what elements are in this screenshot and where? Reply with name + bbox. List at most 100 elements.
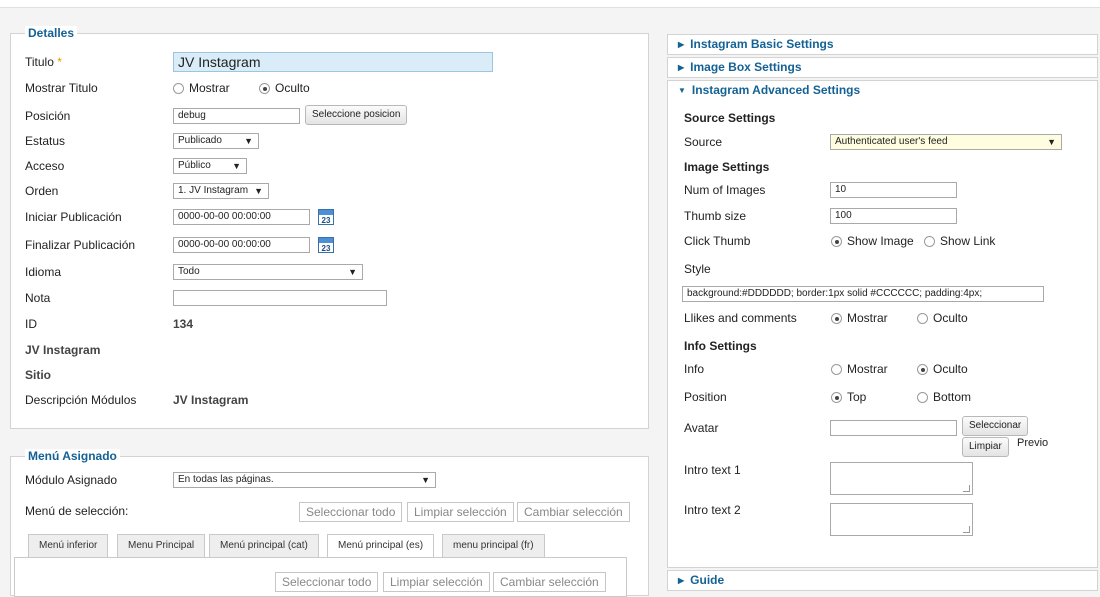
iniciar-input[interactable]: 0000-00-00 00:00:00 xyxy=(173,209,310,225)
likes-mostrar-radio[interactable]: Mostrar xyxy=(831,308,888,328)
finalizar-input[interactable]: 0000-00-00 00:00:00 xyxy=(173,237,310,253)
orden-select[interactable]: 1. JV Instagram ▼ xyxy=(173,183,269,199)
chevron-down-icon: ▼ xyxy=(232,161,241,171)
intro-text-1-label: Intro text 1 xyxy=(684,463,741,477)
intro-text-2-textarea[interactable] xyxy=(830,503,973,536)
guide-header[interactable]: ▶ Guide xyxy=(667,570,1098,591)
triangle-right-icon: ▶ xyxy=(678,576,685,585)
acceso-select[interactable]: Público ▼ xyxy=(173,158,247,174)
panel-seleccionar-todo-button[interactable]: Seleccionar todo xyxy=(275,572,379,592)
posicion-label: Posición xyxy=(25,109,71,123)
intro-text-1-textarea[interactable] xyxy=(830,462,973,495)
radio-on-icon xyxy=(831,392,842,403)
panel-limpiar-seleccion-button[interactable]: Limpiar selección xyxy=(383,572,490,592)
likes-mostrar-label: Mostrar xyxy=(847,311,888,325)
avatar-label: Avatar xyxy=(684,421,719,435)
info-oculto-label: Oculto xyxy=(933,362,968,376)
info-oculto-radio[interactable]: Oculto xyxy=(917,359,968,379)
instagram-advanced-settings-title: Instagram Advanced Settings xyxy=(691,83,861,97)
show-link-label: Show Link xyxy=(940,234,996,248)
oculto-radio[interactable]: Oculto xyxy=(259,78,310,98)
thumb-size-label: Thumb size xyxy=(684,209,747,223)
iniciar-label: Iniciar Publicación xyxy=(25,210,122,224)
radio-on-icon xyxy=(259,83,270,94)
mostrar-titulo-label: Mostrar Titulo xyxy=(25,81,98,95)
id-value: 134 xyxy=(173,317,194,331)
tab-menu-principal-fr[interactable]: menu principal (fr) xyxy=(442,534,545,557)
radio-off-icon xyxy=(173,83,184,94)
nota-input[interactable] xyxy=(173,290,387,306)
orden-label: Orden xyxy=(25,184,59,198)
chevron-down-icon: ▼ xyxy=(348,267,357,277)
tab-menu-principal[interactable]: Menu Principal xyxy=(117,534,206,557)
position-bottom-radio[interactable]: Bottom xyxy=(917,387,971,407)
tab-menu-principal-es[interactable]: Menú principal (es) xyxy=(327,534,435,558)
show-image-radio[interactable]: Show Image xyxy=(831,231,914,251)
likes-oculto-label: Oculto xyxy=(933,311,968,325)
num-images-label: Num of Images xyxy=(684,183,766,197)
likes-label: Llikes and comments xyxy=(684,311,797,325)
estatus-select[interactable]: Publicado ▼ xyxy=(173,133,259,149)
nota-label: Nota xyxy=(25,291,51,305)
descripcion-value: JV Instagram xyxy=(173,393,249,407)
titulo-input[interactable]: JV Instagram xyxy=(173,52,493,72)
radio-on-icon xyxy=(917,364,928,375)
limpiar-seleccion-button[interactable]: Limpiar selección xyxy=(407,502,514,522)
limpiar-button[interactable]: Limpiar xyxy=(962,437,1009,457)
menu-seleccion-label: Menú de selección: xyxy=(25,504,129,518)
avatar-input[interactable] xyxy=(830,420,957,436)
chevron-down-icon: ▼ xyxy=(244,136,253,146)
info-mostrar-radio[interactable]: Mostrar xyxy=(831,359,888,379)
modulo-asignado-select[interactable]: En todas las páginas. ▼ xyxy=(173,472,436,488)
acceso-select-value: Público xyxy=(178,160,211,171)
source-select[interactable]: Authenticated user's feed ▼ xyxy=(830,134,1062,150)
click-thumb-label: Click Thumb xyxy=(684,234,751,248)
tab-menu-principal-cat[interactable]: Menú principal (cat) xyxy=(209,534,319,557)
source-select-value: Authenticated user's feed xyxy=(835,136,948,147)
info-settings-heading: Info Settings xyxy=(684,339,757,353)
chevron-down-icon: ▼ xyxy=(254,186,263,196)
titulo-label: Titulo xyxy=(25,55,54,69)
num-images-input[interactable]: 10 xyxy=(830,182,957,198)
instagram-basic-settings-header[interactable]: ▶ Instagram Basic Settings xyxy=(667,34,1098,55)
posicion-input[interactable]: debug xyxy=(173,108,300,124)
mostrar-radio-label: Mostrar xyxy=(189,81,230,95)
chevron-down-icon: ▼ xyxy=(421,475,430,485)
seleccione-posicion-button[interactable]: Seleccione posicion xyxy=(305,105,408,125)
detalles-legend: Detalles xyxy=(25,26,78,40)
radio-off-icon xyxy=(917,313,928,324)
info-mostrar-label: Mostrar xyxy=(847,362,888,376)
estatus-select-value: Publicado xyxy=(178,135,222,146)
radio-on-icon xyxy=(831,313,842,324)
likes-oculto-radio[interactable]: Oculto xyxy=(917,308,968,328)
instagram-advanced-settings-header[interactable]: ▼ Instagram Advanced Settings xyxy=(667,80,1098,101)
idioma-select[interactable]: Todo ▼ xyxy=(173,264,363,280)
guide-title: Guide xyxy=(690,573,725,587)
oculto-radio-label: Oculto xyxy=(275,81,310,95)
tab-menu-inferior[interactable]: Menú inferior xyxy=(28,534,109,557)
chevron-down-icon: ▼ xyxy=(1047,137,1056,147)
style-input[interactable]: background:#DDDDDD; border:1px solid #CC… xyxy=(682,286,1044,302)
idioma-select-value: Todo xyxy=(178,266,200,277)
position-bottom-label: Bottom xyxy=(933,390,972,404)
image-settings-heading: Image Settings xyxy=(684,160,770,174)
calendar-icon[interactable]: 23 xyxy=(318,209,334,225)
modulo-asignado-select-value: En todas las páginas. xyxy=(178,474,274,485)
image-box-settings-header[interactable]: ▶ Image Box Settings xyxy=(667,57,1098,78)
thumb-size-input[interactable]: 100 xyxy=(830,208,957,224)
detalles-fieldset: Detalles Titulo * JV Instagram Mostrar T… xyxy=(10,26,649,429)
cambiar-seleccion-button[interactable]: Cambiar selección xyxy=(517,502,630,522)
calendar-icon[interactable]: 23 xyxy=(318,237,334,253)
required-mark: * xyxy=(57,55,62,69)
mostrar-radio[interactable]: Mostrar xyxy=(173,78,230,98)
panel-cambiar-seleccion-button[interactable]: Cambiar selección xyxy=(493,572,606,592)
radio-off-icon xyxy=(917,392,928,403)
orden-select-value: 1. JV Instagram xyxy=(178,185,249,196)
show-image-label: Show Image xyxy=(847,234,914,248)
source-label: Source xyxy=(684,135,723,149)
position-top-radio[interactable]: Top xyxy=(831,387,866,407)
idioma-label: Idioma xyxy=(25,265,62,279)
seleccionar-todo-button[interactable]: Seleccionar todo xyxy=(299,502,403,522)
show-link-radio[interactable]: Show Link xyxy=(924,231,995,251)
triangle-right-icon: ▶ xyxy=(678,40,685,49)
